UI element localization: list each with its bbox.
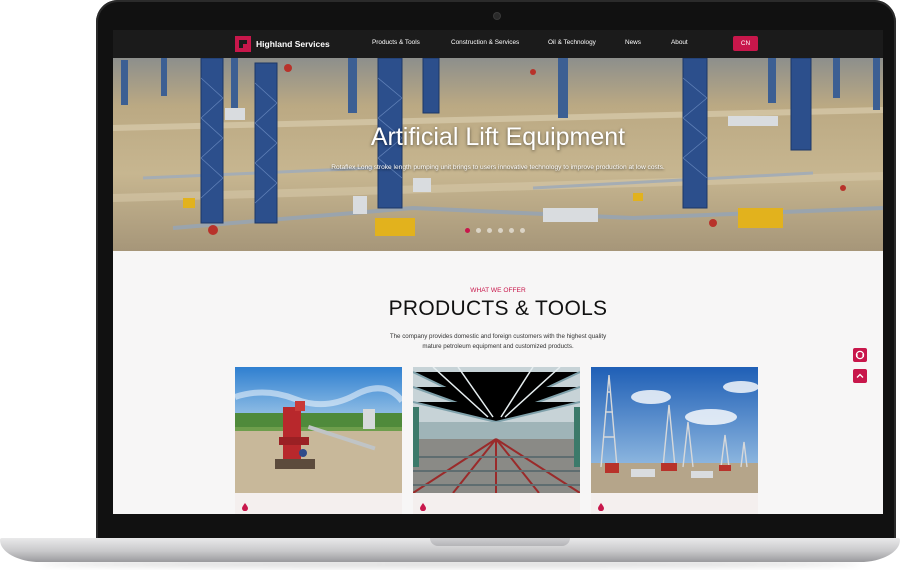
card-footer	[235, 493, 402, 514]
section-description-line: mature petroleum equipment and customize…	[422, 343, 574, 350]
nav-oil-technology[interactable]: Oil & Technology	[548, 39, 596, 46]
nav-products-tools[interactable]: Products & Tools	[372, 39, 420, 46]
laptop-notch	[430, 538, 570, 546]
card-footer	[413, 493, 580, 514]
wellhead-photo	[235, 367, 402, 493]
carousel-dots	[465, 228, 525, 233]
oil-drop-icon	[420, 503, 426, 511]
carousel-dot[interactable]	[465, 228, 470, 233]
logo-mark-icon	[235, 36, 251, 52]
browser-screen: Highland Services Products & Tools Const…	[113, 30, 883, 514]
back-to-top-button[interactable]	[853, 369, 867, 383]
section-title: PRODUCTS & TOOLS	[388, 297, 608, 320]
language-button[interactable]: CN	[733, 36, 758, 51]
section-eyebrow: WHAT WE OFFER	[470, 287, 526, 294]
laptop-mockup: Highland Services Products & Tools Const…	[0, 0, 900, 570]
nav-news[interactable]: News	[625, 39, 641, 46]
carousel-dot[interactable]	[487, 228, 492, 233]
support-button[interactable]	[853, 348, 867, 362]
camera-icon	[494, 13, 500, 19]
product-card[interactable]	[235, 367, 402, 514]
oilfield-scene	[113, 58, 883, 251]
hero-title: Artificial Lift Equipment	[370, 123, 626, 151]
product-card[interactable]	[591, 367, 758, 514]
oil-drop-icon	[598, 503, 604, 511]
brand-name: Highland Services	[256, 39, 330, 49]
card-footer	[591, 493, 758, 514]
top-navbar: Highland Services Products & Tools Const…	[113, 30, 883, 58]
arrow-up-icon	[856, 373, 864, 378]
nav-about[interactable]: About	[671, 39, 688, 46]
support-icon	[855, 350, 865, 360]
carousel-dot[interactable]	[520, 228, 525, 233]
drilling-rigs-photo	[591, 367, 758, 493]
factory-hall-photo	[413, 367, 580, 493]
carousel-dot[interactable]	[498, 228, 503, 233]
product-card[interactable]	[413, 367, 580, 514]
section-description-line: The company provides domestic and foreig…	[389, 333, 607, 340]
carousel-dot[interactable]	[476, 228, 481, 233]
brand-logo[interactable]: Highland Services	[235, 36, 330, 52]
carousel-dot[interactable]	[509, 228, 514, 233]
section-description: The company provides domestic and foreig…	[378, 332, 618, 352]
oil-drop-icon	[242, 503, 248, 511]
hero-banner: Artificial Lift Equipment Rotaflex Long …	[113, 58, 883, 251]
hero-subtitle: Rotaflex Long stroke length pumping unit…	[331, 164, 665, 171]
nav-construction-services[interactable]: Construction & Services	[451, 39, 519, 46]
